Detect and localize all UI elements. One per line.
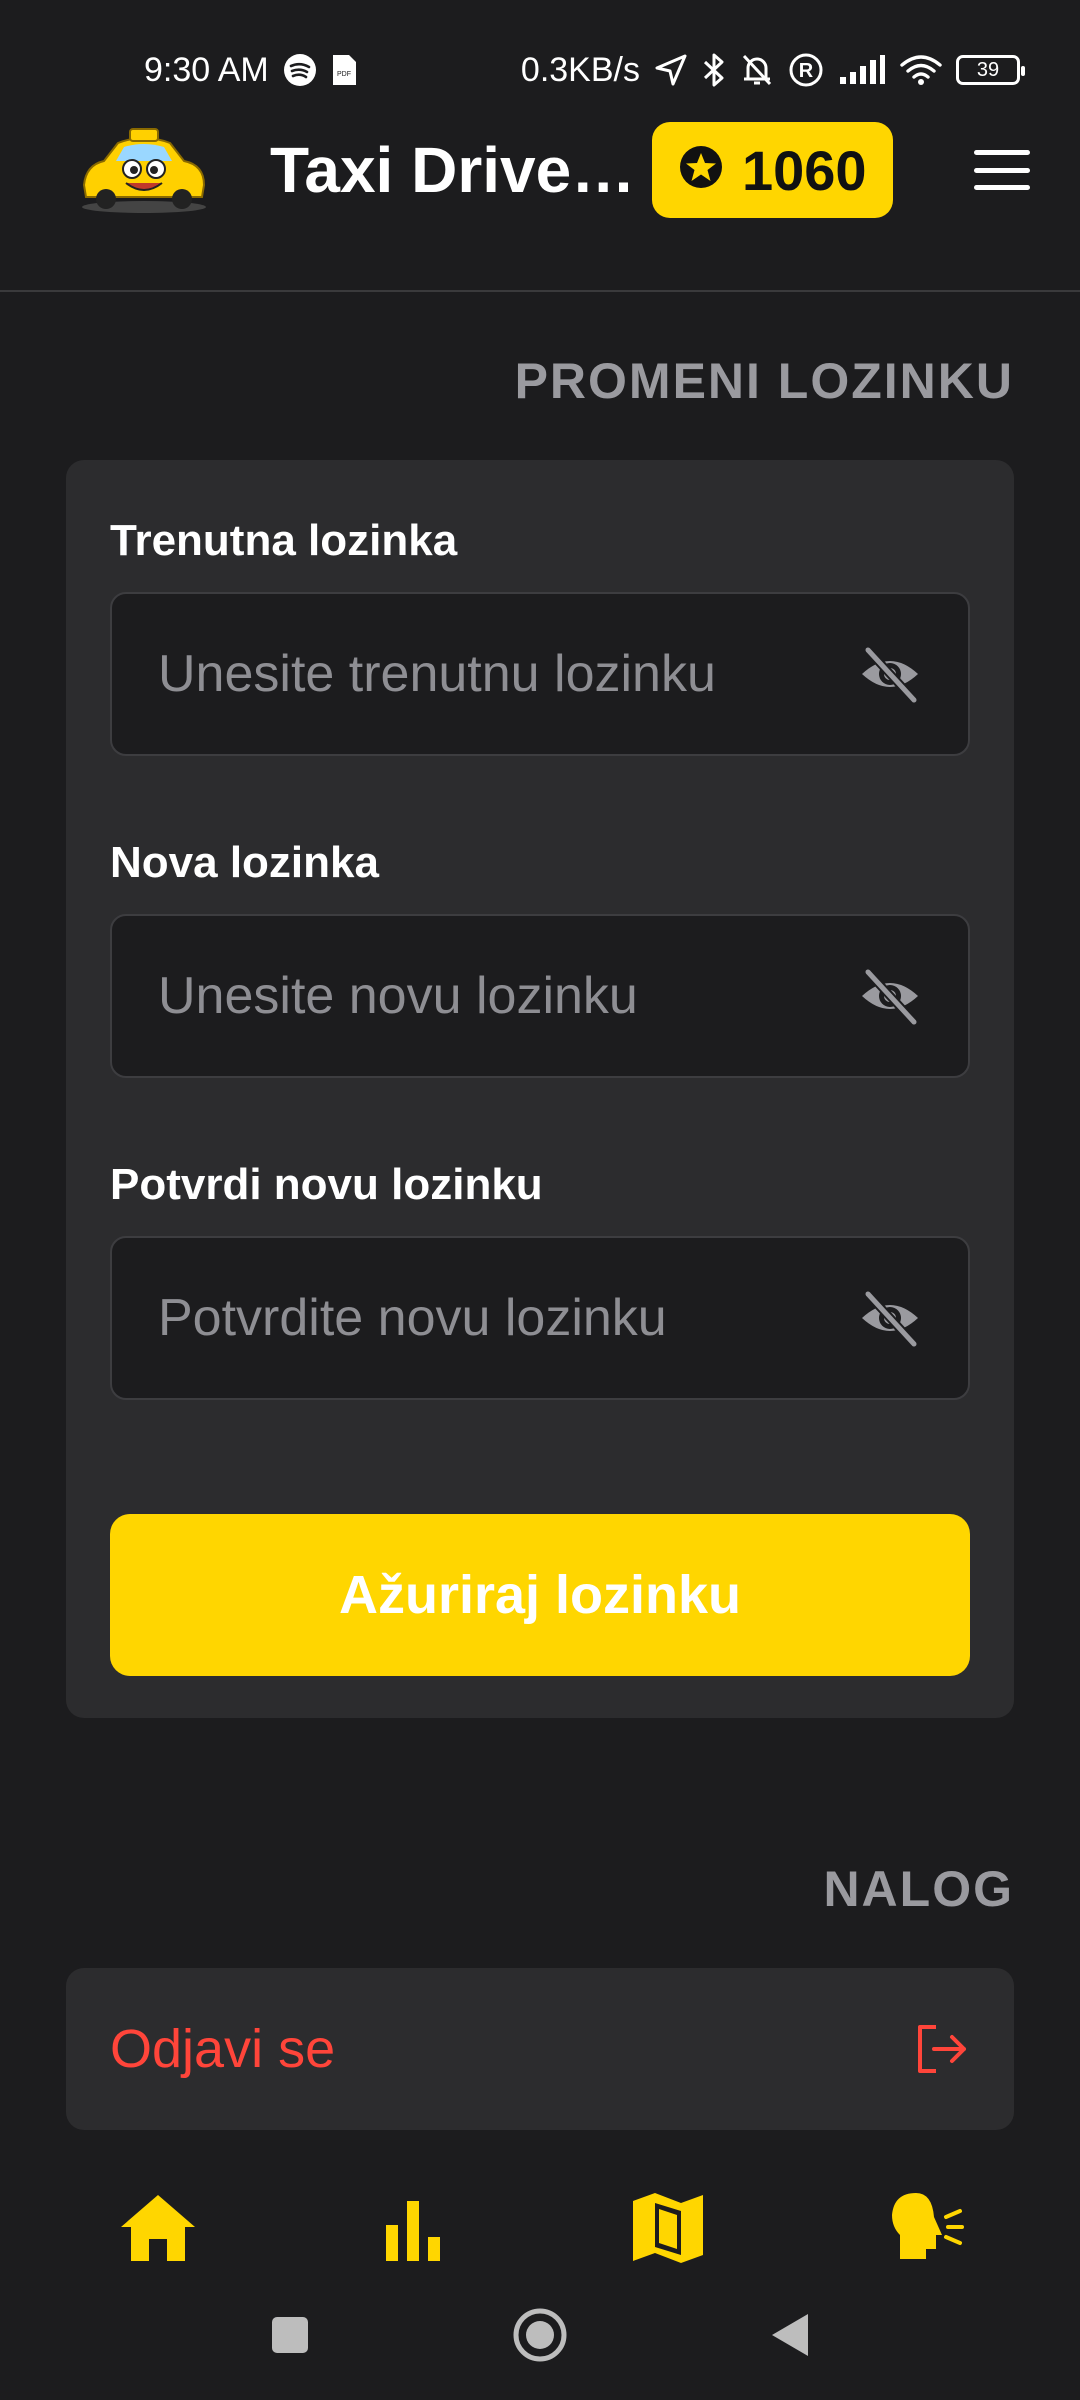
logout-icon <box>914 2021 970 2077</box>
account-section-title: NALOG <box>823 1861 1014 1917</box>
nav-map[interactable] <box>608 2178 728 2278</box>
app-title: Taxi Driver Pro <box>270 134 650 206</box>
registered-icon: R <box>788 52 824 88</box>
menu-line <box>974 150 1030 155</box>
confirm-password-field <box>110 1236 970 1400</box>
logout-card[interactable]: Odjavi se <box>66 1968 1014 2130</box>
taxi-logo-icon <box>74 125 214 215</box>
menu-line <box>974 167 1030 173</box>
star-icon <box>678 138 724 203</box>
menu-line <box>974 185 1030 190</box>
location-arrow-icon <box>654 53 688 87</box>
current-password-label: Trenutna lozinka <box>110 516 458 565</box>
current-password-field <box>110 592 970 756</box>
battery-icon: 39 <box>956 55 1025 85</box>
new-password-field <box>110 914 970 1078</box>
status-right: 0.3KB/s R 39 <box>520 50 1025 90</box>
pdf-icon: PDF <box>331 54 357 86</box>
bell-off-icon <box>740 52 774 88</box>
bluetooth-icon <box>702 52 726 88</box>
back-button[interactable] <box>760 2305 820 2365</box>
system-nav-bar <box>0 2290 1080 2380</box>
home-icon <box>120 2195 195 2261</box>
points-badge[interactable]: 1060 <box>652 122 893 218</box>
spotify-icon <box>283 53 317 87</box>
points-value: 1060 <box>742 138 867 202</box>
svg-text:R: R <box>799 60 814 82</box>
network-speed: 0.3KB/s <box>520 50 640 89</box>
stats-icon <box>385 2201 440 2261</box>
signal-icon <box>838 55 886 85</box>
hamburger-menu-icon[interactable] <box>974 150 1030 190</box>
new-password-label: Nova lozinka <box>110 838 379 887</box>
status-left: 9:30 AM PDF <box>144 51 357 90</box>
map-icon <box>632 2193 703 2263</box>
wifi-icon <box>900 54 942 86</box>
bottom-nav <box>0 2168 1080 2288</box>
recent-apps-button[interactable] <box>260 2305 320 2365</box>
battery-level: 39 <box>976 58 1000 81</box>
status-time: 9:30 AM <box>144 50 269 89</box>
home-button[interactable] <box>510 2305 570 2365</box>
new-password-input[interactable] <box>158 966 858 1026</box>
update-password-button[interactable]: Ažuriraj lozinku <box>110 1514 970 1676</box>
app-header: Taxi Driver Pro 1060 <box>0 105 1080 235</box>
nav-stats[interactable] <box>353 2178 473 2278</box>
header-divider <box>0 290 1080 292</box>
svg-text:PDF: PDF <box>337 71 351 78</box>
eye-off-icon[interactable] <box>858 642 922 706</box>
nav-voice[interactable] <box>863 2178 983 2278</box>
confirm-password-label: Potvrdi novu lozinku <box>110 1160 543 1209</box>
eye-off-icon[interactable] <box>858 1286 922 1350</box>
voice-icon <box>891 2193 964 2259</box>
screen: 9:30 AM PDF 0.3KB/s R 39 Taxi Driver 106… <box>0 0 1080 2400</box>
confirm-password-input[interactable] <box>158 1288 858 1348</box>
current-password-input[interactable] <box>158 644 858 704</box>
eye-off-icon[interactable] <box>858 964 922 1028</box>
password-card: Trenutna lozinka Nova lozinka Potvrdi no… <box>66 460 1014 1718</box>
nav-home[interactable] <box>98 2178 218 2278</box>
logout-label: Odjavi se <box>110 2019 336 2079</box>
password-section-title: PROMENI LOZINKU <box>514 353 1014 409</box>
